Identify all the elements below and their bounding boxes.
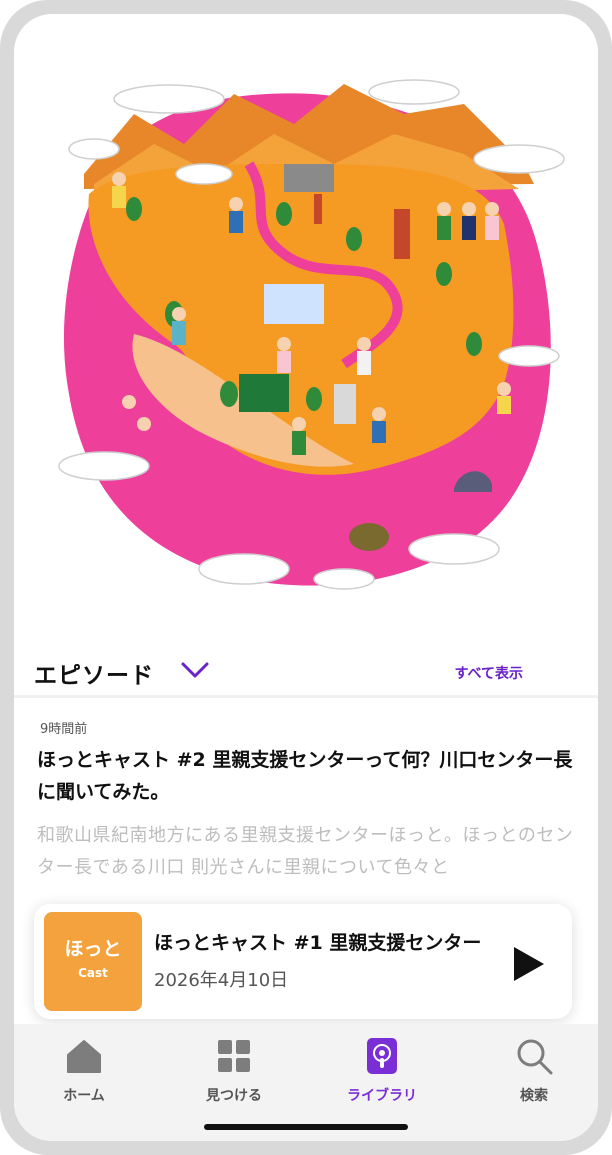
episode-cover: ほっと Cast	[44, 912, 142, 1011]
mini-player[interactable]: ほっと Cast ほっとキャスト #1 里親支援センター 2026年4月10日	[34, 904, 572, 1019]
see-all-link[interactable]: すべて表示	[455, 663, 523, 683]
now-playing-title[interactable]: ほっとキャスト #1 里親支援センター	[154, 928, 494, 955]
episode-description: 和歌山県紀南地方にある里親支援センターほっと。ほっとのセンター長である川口 則光…	[37, 825, 574, 878]
cover-title: ほっと	[64, 938, 122, 960]
podcast-icon	[367, 1038, 397, 1074]
podcast-artwork	[14, 14, 598, 634]
tab-search[interactable]: 検索	[474, 1036, 594, 1116]
tab-library[interactable]: ライブラリ	[322, 1036, 442, 1116]
episode-title[interactable]: ほっとキャスト #2 里親支援センターって何？川口センター長に聞いてみた。	[37, 744, 585, 808]
chevron-down-icon[interactable]	[180, 658, 210, 682]
episode-time: 9時間前	[40, 722, 88, 737]
home-indicator	[204, 1124, 408, 1130]
tab-label: ホーム	[63, 1088, 105, 1104]
home-icon	[67, 1040, 101, 1073]
tab-home[interactable]: ホーム	[24, 1036, 144, 1116]
tab-label: 検索	[520, 1088, 548, 1104]
play-button[interactable]	[508, 944, 548, 984]
tab-label: 見つける	[206, 1088, 262, 1104]
episodes-title: エピソード	[34, 663, 154, 689]
device-frame: エピソード すべて表示 9時間前 ほっとキャスト #2 里親支援センターって何？…	[0, 0, 612, 1155]
search-icon	[517, 1039, 553, 1075]
grid-icon	[218, 1040, 250, 1072]
tab-label: ライブラリ	[347, 1088, 417, 1104]
tab-discover[interactable]: 見つける	[174, 1036, 294, 1116]
episodes-header: エピソード すべて表示	[14, 636, 598, 710]
cover-subtitle: Cast	[78, 966, 108, 980]
now-playing-date: 2026年4月10日	[154, 970, 289, 991]
app-screen: エピソード すべて表示 9時間前 ほっとキャスト #2 里親支援センターって何？…	[14, 14, 598, 1141]
episode-list-item[interactable]: 9時間前 ほっとキャスト #2 里親支援センターって何？川口センター長に聞いてみ…	[14, 704, 598, 904]
divider	[14, 695, 598, 698]
